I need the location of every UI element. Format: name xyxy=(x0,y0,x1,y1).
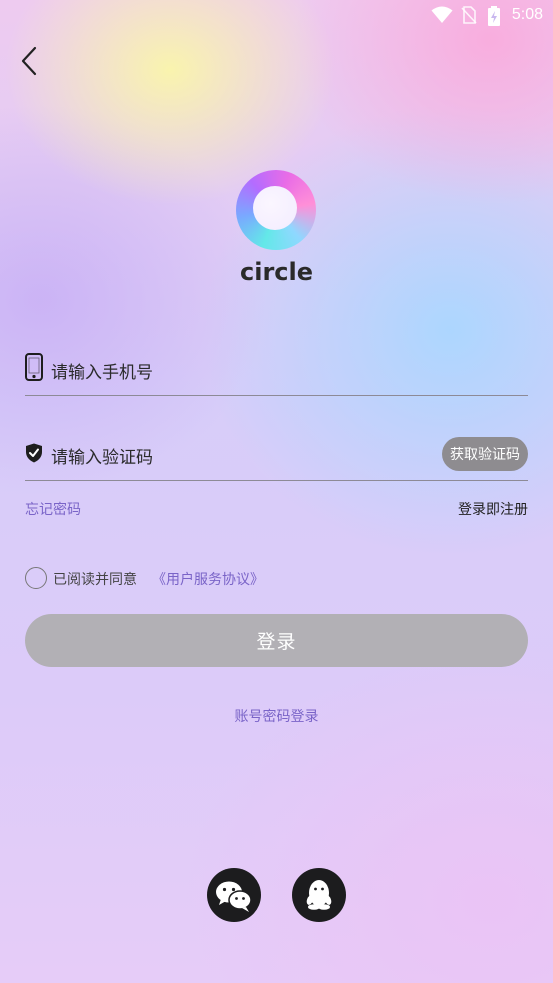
code-underline xyxy=(25,479,528,481)
forgot-password-link[interactable]: 忘记密码 xyxy=(25,499,81,519)
phone-input[interactable] xyxy=(49,358,433,388)
qq-login-button[interactable] xyxy=(292,868,346,922)
wifi-icon xyxy=(431,6,453,23)
register-link[interactable]: 登录即注册 xyxy=(458,499,528,519)
back-button[interactable] xyxy=(16,44,46,78)
phone-field xyxy=(25,352,528,396)
qq-icon xyxy=(306,880,332,910)
wechat-login-button[interactable] xyxy=(207,868,261,922)
phone-icon xyxy=(25,353,43,381)
logo-center xyxy=(253,186,297,230)
agreement-checkbox[interactable] xyxy=(25,567,47,589)
status-time: 5:08 xyxy=(511,6,543,23)
user-agreement-link[interactable]: 《用户服务协议》 xyxy=(152,569,264,589)
shield-check-icon xyxy=(26,443,42,463)
no-sim-icon xyxy=(461,6,477,24)
circle-logo-icon xyxy=(236,170,316,250)
login-button[interactable]: 登录 xyxy=(25,614,528,667)
app-name: circle xyxy=(239,258,314,286)
wechat-icon xyxy=(216,881,252,912)
agreement-text: 已阅读并同意 xyxy=(53,572,137,588)
get-code-button[interactable]: 获取验证码 xyxy=(442,437,528,471)
battery-charging-icon xyxy=(488,6,500,26)
code-input[interactable] xyxy=(49,443,433,473)
phone-underline xyxy=(25,394,528,396)
password-login-link[interactable]: 账号密码登录 xyxy=(0,706,553,726)
code-field: 获取验证码 xyxy=(25,437,528,481)
status-bar: 5:08 xyxy=(0,0,553,32)
back-chevron-icon xyxy=(21,46,37,76)
